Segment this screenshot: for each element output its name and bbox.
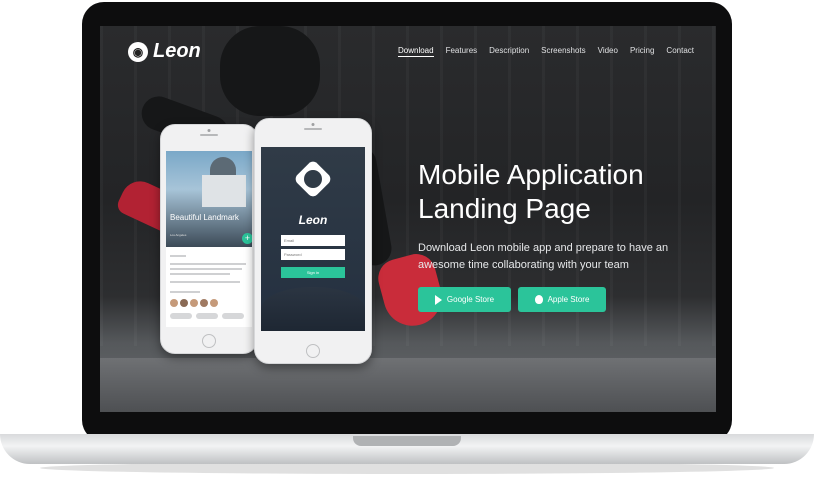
phone-mockup-back: Beautiful Landmark Los Angeles +	[160, 124, 258, 354]
nav-item-contact[interactable]: Contact	[666, 46, 694, 57]
text-line	[170, 263, 246, 265]
password-field: Password	[281, 249, 345, 260]
phone-mockup-front: Leon Email Password Sign in	[254, 118, 372, 364]
observatory-building	[202, 175, 246, 207]
tag-chip	[196, 313, 218, 319]
text-line	[170, 268, 242, 270]
email-field: Email	[281, 235, 345, 246]
avatar	[180, 299, 188, 307]
text-line	[170, 291, 200, 293]
landmark-title: Beautiful Landmark	[170, 213, 239, 222]
laptop-notch	[353, 436, 461, 446]
tag-chip	[222, 313, 244, 319]
text-line	[170, 273, 230, 275]
nav-menu: Download Features Description Screenshot…	[398, 46, 694, 57]
hero-title-line2: Landing Page	[418, 193, 591, 224]
play-store-icon	[434, 294, 442, 305]
brand-name: Leon	[153, 40, 201, 62]
google-store-label: Google Store	[446, 295, 495, 304]
nav-item-download[interactable]: Download	[398, 46, 434, 57]
google-store-button[interactable]: Google Store	[418, 287, 511, 312]
apple-store-button[interactable]: Apple Store	[518, 287, 606, 312]
hero-title-line1: Mobile Application	[418, 159, 644, 190]
text-line	[170, 281, 240, 283]
top-navigation: ◉ Leon Download Features Description Scr…	[100, 26, 716, 78]
speaker-grille	[200, 134, 218, 136]
observatory-dome	[210, 157, 236, 175]
nav-item-description[interactable]: Description	[489, 46, 529, 57]
landmark-location: Los Angeles	[170, 233, 187, 237]
lion-icon	[304, 170, 322, 188]
landing-page-screen: ◉ Leon Download Features Description Scr…	[100, 26, 716, 412]
camera-icon	[311, 123, 315, 126]
camera-icon	[207, 129, 211, 132]
avatar	[190, 299, 198, 307]
apple-store-label: Apple Store	[547, 295, 590, 304]
app-logo-text: Leon	[298, 213, 328, 227]
tag-chip	[170, 313, 192, 319]
background-ground	[100, 358, 716, 412]
signin-button: Sign in	[281, 267, 345, 278]
hero-title: Mobile Application Landing Page	[418, 158, 698, 226]
home-button	[202, 334, 216, 348]
brand-logo[interactable]: ◉ Leon	[128, 40, 201, 63]
nav-item-features[interactable]: Features	[446, 46, 478, 57]
avatar	[210, 299, 218, 307]
home-button	[306, 344, 320, 358]
nav-item-screenshots[interactable]: Screenshots	[541, 46, 585, 57]
apple-icon	[534, 295, 543, 304]
nav-item-video[interactable]: Video	[598, 46, 618, 57]
phone-back-screen: Beautiful Landmark Los Angeles +	[166, 151, 252, 327]
wave-decoration	[261, 287, 365, 331]
nav-item-pricing[interactable]: Pricing	[630, 46, 654, 57]
avatar	[200, 299, 208, 307]
phone-front-screen: Leon Email Password Sign in	[261, 147, 365, 331]
add-icon: +	[242, 233, 252, 244]
avatar	[170, 299, 178, 307]
hero-subtitle: Download Leon mobile app and prepare to …	[418, 242, 669, 271]
lion-logo-icon: ◉	[128, 41, 148, 62]
speaker-grille	[304, 128, 322, 130]
text-line	[170, 255, 186, 257]
